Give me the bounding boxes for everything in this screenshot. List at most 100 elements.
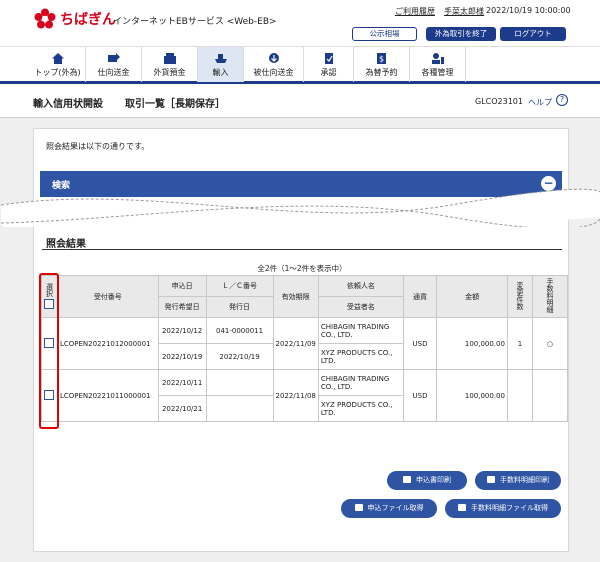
table-row: LCOPEN20221012000001 2022/10/12 041-0000…	[41, 317, 569, 370]
nav-item-fx-contract[interactable]: $ 為替予約	[354, 47, 410, 82]
table-row: LCOPEN20221011000001 2022/10/11 2022/11/…	[41, 369, 569, 422]
results-table: 選択 受付番号 申込日 Ｌ／Ｃ番号 有効期限 依頼人名 通貨 金額 変更件数 手…	[41, 275, 569, 422]
lc-no-header: Ｌ／Ｃ番号	[205, 275, 274, 297]
nav-item-label: 各種管理	[421, 68, 454, 77]
omission-wave	[1, 188, 600, 227]
screen-id: GLCO23101	[475, 97, 523, 106]
applicant-cell: CHIBAGIN TRADING CO., LTD.	[317, 369, 404, 396]
market-rate-button[interactable]: 公示相場	[352, 27, 417, 41]
file-download-icon	[354, 504, 363, 511]
change-count-header: 変更件数	[506, 275, 533, 318]
printer-icon	[487, 476, 495, 483]
logo-flower-icon	[34, 8, 56, 29]
row-select-cell	[41, 369, 58, 422]
print-application-label: 申込書印刷	[416, 476, 451, 484]
select-header-label: 選択	[45, 282, 54, 297]
issue-date-cell: 2022/10/19	[205, 343, 274, 370]
amount-cell: 100,000.00	[436, 317, 508, 370]
fx-deposit-icon	[163, 53, 176, 64]
expiry-cell: 2022/11/08	[272, 369, 319, 422]
nav-item-label: 被仕向送金	[253, 68, 294, 77]
nav-item-outward-remittance[interactable]: 仕向送金	[86, 47, 142, 82]
nav-item-fx-deposit[interactable]: 外貨預金	[142, 47, 198, 82]
results-title: 照会結果	[46, 239, 86, 250]
usage-history-link[interactable]: ご利用履歴	[395, 6, 435, 17]
nav-item-management[interactable]: 各種管理	[410, 47, 466, 82]
currency-header: 通貨	[402, 275, 438, 318]
get-fee-detail-file-label: 手数料明細ファイル取得	[471, 504, 548, 512]
nav-item-label: 外貨預金	[153, 68, 186, 77]
apply-date-cell: 2022/10/11	[157, 369, 207, 396]
nav-item-top[interactable]: トップ(外為)	[30, 47, 86, 82]
get-fee-detail-file-button[interactable]: 手数料明細ファイル取得	[445, 499, 561, 518]
desired-issue-date-cell: 2022/10/19	[157, 343, 207, 370]
change-count-cell	[506, 369, 533, 422]
issue-date-cell	[205, 395, 274, 422]
row-checkbox[interactable]	[44, 389, 55, 400]
user-name-link[interactable]: 手菜太郎様	[444, 6, 484, 17]
row-select-cell	[41, 317, 58, 370]
page-title: 輸入信用状開設	[33, 99, 103, 110]
fee-detail-header: 手数料明細	[531, 275, 569, 318]
outward-remittance-icon	[107, 53, 120, 62]
logo-text: ちばぎん	[60, 12, 116, 28]
expiry-header: 有効期限	[272, 275, 319, 318]
nav-item-label: 仕向送金	[97, 68, 130, 77]
home-icon	[51, 53, 64, 64]
result-message: 照会結果は以下の通りです。	[46, 142, 150, 151]
fx-contract-icon: $	[376, 53, 386, 64]
expiry-cell: 2022/11/09	[272, 317, 319, 370]
desired-issue-date-header: 発行希望日	[157, 296, 207, 318]
logout-button[interactable]: ログアウト	[500, 27, 566, 41]
global-nav: トップ(外為) 仕向送金 外貨預金 輸入 被仕向送金 承認 $ 為替予約 各種管…	[0, 46, 600, 84]
table-header-row: 選択 受付番号 申込日 Ｌ／Ｃ番号 有効期限 依頼人名 通貨 金額 変更件数 手…	[41, 275, 569, 318]
printer-icon	[403, 476, 411, 483]
nav-item-approval[interactable]: 承認	[304, 47, 354, 82]
print-application-button[interactable]: 申込書印刷	[387, 471, 467, 490]
nav-item-import[interactable]: 輸入	[198, 47, 244, 82]
login-datetime: 2022/10/19 10:00:00	[486, 6, 571, 15]
service-name: インターネットEBサービス <Web-EB>	[113, 17, 277, 27]
apply-date-header: 申込日	[157, 275, 207, 297]
desired-issue-date-cell: 2022/10/21	[157, 395, 207, 422]
apply-date-cell: 2022/10/12	[157, 317, 207, 344]
change-count-cell: 1	[506, 317, 533, 370]
import-icon	[214, 54, 227, 63]
row-checkbox[interactable]	[44, 337, 55, 348]
nav-item-inward-remittance[interactable]: 被仕向送金	[244, 47, 304, 82]
change-count-header-label: 変更件数	[515, 281, 524, 310]
select-header: 選択	[41, 275, 58, 318]
applicant-header: 依頼人名	[317, 275, 404, 297]
approval-icon	[324, 53, 333, 64]
file-download-icon	[458, 504, 466, 511]
nav-item-label: 承認	[320, 68, 337, 77]
svg-text:$: $	[378, 55, 383, 64]
nav-item-label: 輸入	[212, 68, 229, 77]
help-icon[interactable]: ?	[556, 94, 568, 106]
receipt-no-header: 受付番号	[56, 275, 159, 318]
management-icon	[431, 53, 444, 64]
print-fee-detail-button[interactable]: 手数料明細印刷	[475, 471, 561, 490]
page-title-bar: 輸入信用状開設 取引一覧［長期保存］ GLCO23101 ヘルプ ?	[0, 84, 600, 118]
help-link[interactable]: ヘルプ	[528, 97, 552, 108]
select-all-checkbox[interactable]	[44, 298, 55, 309]
fee-detail-header-label: 手数料明細	[545, 278, 554, 313]
get-application-file-button[interactable]: 申込ファイル取得	[341, 499, 437, 518]
beneficiary-cell: XYZ PRODUCTS CO., LTD.	[317, 395, 404, 422]
nav-item-label: トップ(外為)	[34, 68, 81, 77]
applicant-cell: CHIBAGIN TRADING CO., LTD.	[317, 317, 404, 344]
print-fee-detail-label: 手数料明細印刷	[500, 476, 549, 484]
inward-remittance-icon	[268, 53, 279, 63]
page-subtitle: 取引一覧［長期保存］	[125, 99, 225, 110]
amount-cell: 100,000.00	[436, 369, 508, 422]
fee-detail-cell: ○	[531, 317, 569, 370]
nav-item-label: 為替予約	[365, 68, 398, 77]
amount-header: 金額	[436, 275, 508, 318]
main-panel: 照会結果は以下の通りです。 検索 − 照会結果 全2件（1～2件を表示中） 選択…	[1, 128, 600, 552]
beneficiary-header: 受益者名	[317, 296, 404, 318]
lc-no-cell: 041-0000011	[205, 317, 274, 344]
end-fx-button[interactable]: 外為取引を終了	[426, 27, 496, 41]
beneficiary-cell: XYZ PRODUCTS CO., LTD.	[317, 343, 404, 370]
results-divider	[42, 249, 562, 250]
issue-date-header: 発行日	[205, 296, 274, 318]
